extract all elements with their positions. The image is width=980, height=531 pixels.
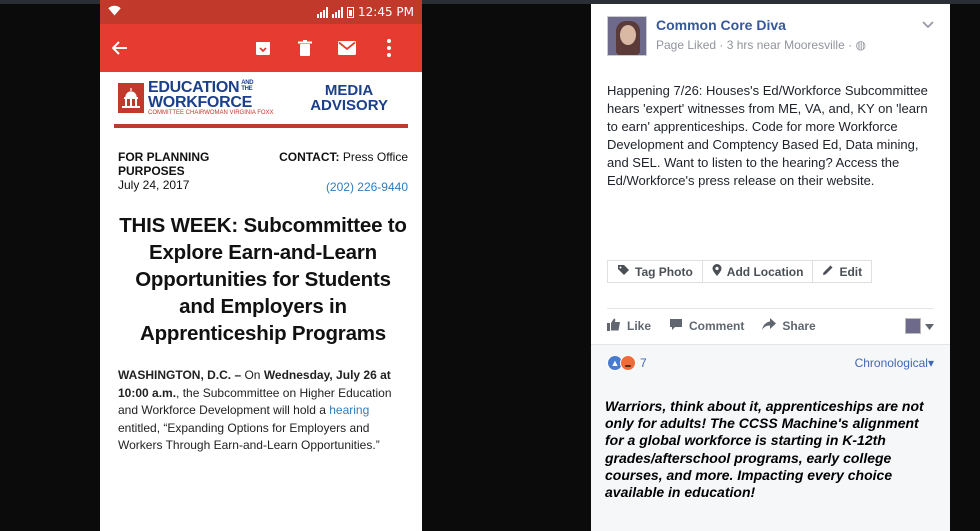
comment-button[interactable]: Comment (669, 318, 744, 334)
add-location-label: Add Location (726, 264, 804, 279)
comment-sort-dropdown[interactable]: Chronological▾ (855, 356, 934, 370)
advisory-line2: ADVISORY (310, 97, 388, 114)
share-icon (762, 318, 777, 333)
post-header-text: Common Core Diva Page Liked · 3 hrs near… (656, 16, 922, 56)
meta-left: FOR PLANNING PURPOSES July 24, 2017 (118, 150, 218, 194)
photo-edit-bar: Tag Photo Add Location Edit (607, 260, 873, 283)
angry-reaction-icon[interactable] (620, 355, 636, 371)
edit-button[interactable]: Edit (813, 261, 871, 282)
email-app-bar (100, 24, 422, 72)
add-location-button[interactable]: Add Location (703, 261, 814, 282)
dateline: WASHINGTON, D.C. – (118, 368, 242, 382)
post-actions: Like Comment Share (607, 308, 934, 342)
caret-down-icon (925, 319, 934, 333)
like-label: Like (627, 318, 652, 333)
org-line1: EDUCATION (148, 78, 240, 96)
comment-label: Comment (689, 318, 745, 333)
tag-photo-label: Tag Photo (635, 264, 693, 279)
advisory-body: WASHINGTON, D.C. – On Wednesday, July 26… (118, 367, 408, 455)
contact-label: CONTACT: (279, 150, 340, 164)
contact-phone[interactable]: (202) 226-9440 (279, 180, 408, 194)
tag-photo-button[interactable]: Tag Photo (608, 261, 703, 282)
body-end: entitled, “Expanding Options for Employe… (118, 420, 380, 453)
contact-value: Press Office (342, 150, 408, 164)
location-pin-icon (712, 263, 722, 280)
email-body: EDUCATION AND THE WORKFORCE COMMITTEE CHA… (100, 72, 422, 455)
pencil-icon (822, 264, 834, 279)
comment-icon (669, 318, 683, 334)
hearing-link[interactable]: hearing (329, 403, 369, 417)
masthead: EDUCATION AND THE WORKFORCE COMMITTEE CHA… (118, 78, 408, 118)
capitol-icon (118, 83, 144, 113)
status-time: 12:45 PM (358, 5, 414, 19)
post-meta: Page Liked · 3 hrs near Mooresville · (656, 38, 853, 52)
more-vert-icon[interactable] (368, 24, 410, 72)
planning-label: FOR PLANNING PURPOSES (118, 150, 210, 178)
trash-icon[interactable] (284, 24, 326, 72)
signal-icon (332, 6, 343, 18)
facebook-post: Common Core Diva Page Liked · 3 hrs near… (591, 4, 950, 531)
thumbs-up-icon (607, 318, 621, 334)
post-header: Common Core Diva Page Liked · 3 hrs near… (591, 4, 950, 56)
advisory-meta: FOR PLANNING PURPOSES July 24, 2017 CONT… (118, 150, 408, 194)
edit-label: Edit (839, 264, 863, 279)
back-arrow-icon[interactable] (111, 37, 128, 59)
committee-logo: EDUCATION AND THE WORKFORCE COMMITTEE CHA… (118, 78, 274, 117)
org-chair: COMMITTEE CHAIRWOMAN VIRGINIA FOXX (148, 109, 274, 116)
globe-icon: ◍ (855, 38, 866, 52)
mail-icon[interactable] (326, 24, 368, 72)
post-subline: Page Liked · 3 hrs near Mooresville · ◍ (656, 37, 922, 53)
sort-label: Chronological (854, 356, 928, 370)
page-avatar[interactable] (607, 16, 647, 56)
org-name: EDUCATION AND THE WORKFORCE COMMITTEE CHA… (148, 78, 274, 117)
reactions-row: ▲ 7 Chronological▾ (591, 345, 950, 371)
mini-avatar (905, 317, 921, 334)
tag-icon (617, 264, 630, 280)
meta-right: CONTACT: Press Office (202) 226-9440 (279, 150, 408, 194)
media-advisory: MEDIA ADVISORY (310, 83, 388, 113)
archive-icon[interactable] (242, 24, 284, 72)
like-button[interactable]: Like (607, 318, 651, 334)
battery-icon (347, 6, 354, 18)
chevron-down-icon[interactable] (922, 18, 934, 56)
post-as-selector[interactable] (905, 317, 934, 334)
screenshot-collage: 12:45 PM EDUCATION AND THE WORKFORCE COM… (0, 0, 980, 531)
status-bar: 12:45 PM (100, 0, 422, 24)
page-name[interactable]: Common Core Diva (656, 16, 922, 34)
status-right: 12:45 PM (317, 5, 414, 19)
signal-icon (317, 6, 328, 18)
wifi-icon (108, 5, 121, 19)
red-divider (114, 124, 408, 128)
share-label: Share (782, 318, 816, 333)
org-line2: WORKFORCE (148, 93, 252, 111)
org-and-the: AND THE (241, 79, 254, 92)
reaction-count[interactable]: 7 (640, 356, 647, 370)
advisory-date: July 24, 2017 (118, 178, 190, 192)
caption-overlay: Warriors, think about it, apprenticeship… (605, 398, 924, 501)
post-text: Happening 7/26: Houses's Ed/Workforce Su… (607, 83, 928, 188)
phone-screenshot: 12:45 PM EDUCATION AND THE WORKFORCE COM… (100, 0, 422, 531)
share-button[interactable]: Share (762, 318, 816, 333)
advisory-line1: MEDIA (324, 82, 374, 99)
body-on: On (241, 368, 264, 382)
sort-caret-icon: ▾ (927, 356, 934, 370)
advisory-headline: THIS WEEK: Subcommittee to Explore Earn-… (119, 214, 407, 345)
